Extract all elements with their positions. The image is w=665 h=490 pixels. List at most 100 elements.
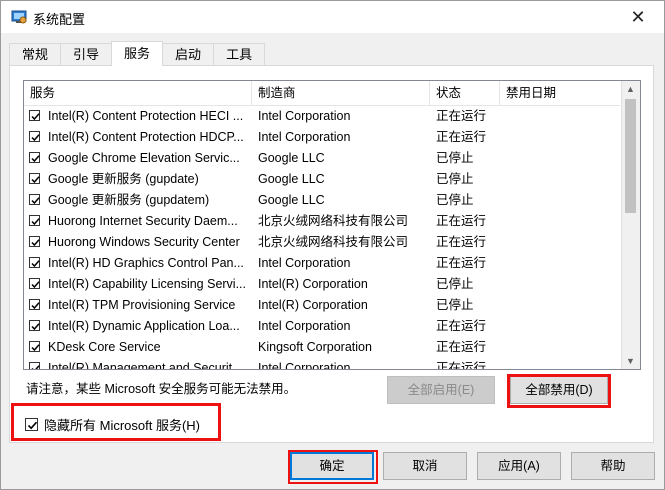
table-row[interactable]: Intel(R) Content Protection HECI ... Inte… (24, 106, 620, 127)
service-name: Intel(R) Content Protection HDCP... (48, 130, 244, 144)
hide-ms-services-checkbox[interactable]: 隐藏所有 Microsoft 服务(H) (25, 415, 200, 433)
row-checkbox[interactable] (29, 299, 40, 310)
tab-bar: 常规 引导 服务 启动 工具 (9, 41, 266, 66)
service-disable-date (506, 358, 616, 369)
tab-general[interactable]: 常规 (9, 43, 62, 65)
column-header-disable-date[interactable]: 禁用日期 (500, 81, 620, 105)
checkbox-checked-icon (31, 323, 40, 331)
service-name: Intel(R) Management and Securit... (48, 361, 243, 370)
service-status: 已停止 (436, 298, 474, 312)
checkbox-checked-icon (31, 113, 40, 121)
service-disable-date (506, 148, 616, 169)
service-disable-date (506, 316, 616, 337)
row-checkbox[interactable] (29, 110, 40, 121)
enable-all-button[interactable]: 全部启用(E) (387, 376, 495, 404)
scroll-down-icon[interactable]: ▼ (622, 353, 639, 369)
row-checkbox[interactable] (29, 173, 40, 184)
table-row[interactable]: Intel(R) HD Graphics Control Pan... Intel… (24, 253, 620, 274)
ok-button[interactable]: 确定 (290, 452, 374, 480)
column-header-service[interactable]: 服务 (24, 81, 252, 105)
row-checkbox[interactable] (29, 320, 40, 331)
tab-tools[interactable]: 工具 (213, 43, 266, 65)
service-vendor: Google LLC (258, 151, 325, 165)
table-row[interactable]: Google 更新服务 (gupdate) Google LLC 已停止 (24, 169, 620, 190)
scroll-up-icon[interactable]: ▲ (622, 81, 639, 97)
checkbox-checked-icon (31, 197, 40, 205)
checkbox-checked-icon (31, 302, 40, 310)
service-disable-date (506, 337, 616, 358)
table-row[interactable]: Intel(R) Management and Securit... Intel … (24, 358, 620, 370)
table-row[interactable]: Huorong Internet Security Daem... 北京火绒网络科… (24, 211, 620, 232)
service-vendor: Intel Corporation (258, 256, 351, 270)
row-checkbox[interactable] (29, 278, 40, 289)
table-row[interactable]: Intel(R) Capability Licensing Servi... In… (24, 274, 620, 295)
table-row[interactable]: Intel(R) Dynamic Application Loa... Intel… (24, 316, 620, 337)
service-name: Google 更新服务 (gupdatem) (48, 193, 210, 207)
service-status: 已停止 (436, 172, 474, 186)
row-checkbox[interactable] (29, 194, 40, 205)
services-panel: 服务 制造商 状态 禁用日期 Intel(R) Content Protecti… (9, 65, 654, 443)
service-disable-date (506, 169, 616, 190)
service-name: Intel(R) Dynamic Application Loa... (48, 319, 240, 333)
list-header: 服务 制造商 状态 禁用日期 (24, 81, 620, 106)
apply-button[interactable]: 应用(A) (477, 452, 561, 480)
row-checkbox[interactable] (29, 236, 40, 247)
table-row[interactable]: KDesk Core Service Kingsoft Corporation 正在… (24, 337, 620, 358)
table-row[interactable]: Google 更新服务 (gupdatem) Google LLC 已停止 (24, 190, 620, 211)
close-button[interactable]: ✕ (618, 3, 658, 31)
checkbox-checked-icon (31, 365, 40, 369)
service-vendor: Intel(R) Corporation (258, 298, 368, 312)
close-icon: ✕ (630, 6, 646, 27)
service-status: 正在运行 (436, 256, 487, 270)
scroll-thumb[interactable] (625, 99, 636, 213)
table-row[interactable]: Google Chrome Elevation Servic... Google … (24, 148, 620, 169)
disable-all-button[interactable]: 全部禁用(D) (510, 376, 608, 404)
row-checkbox[interactable] (29, 152, 40, 163)
service-vendor: 北京火绒网络科技有限公司 (258, 214, 409, 228)
list-rows: Intel(R) Content Protection HECI ... Inte… (24, 106, 620, 370)
help-button[interactable]: 帮助 (571, 452, 655, 480)
service-name: Huorong Windows Security Center (48, 235, 240, 249)
service-name: Intel(R) Content Protection HECI ... (48, 109, 244, 123)
row-checkbox[interactable] (29, 215, 40, 226)
row-checkbox[interactable] (29, 131, 40, 142)
checkbox-checked-icon (31, 176, 40, 184)
service-status: 正在运行 (436, 130, 487, 144)
column-header-vendor[interactable]: 制造商 (252, 81, 430, 105)
services-list: 服务 制造商 状态 禁用日期 Intel(R) Content Protecti… (23, 80, 641, 370)
service-disable-date (506, 274, 616, 295)
service-status: 正在运行 (436, 340, 487, 354)
cancel-button[interactable]: 取消 (383, 452, 467, 480)
row-checkbox[interactable] (29, 341, 40, 352)
tab-boot[interactable]: 引导 (60, 43, 113, 65)
window-title: 系统配置 (33, 12, 86, 27)
table-row[interactable]: Huorong Windows Security Center 北京火绒网络科技有… (24, 232, 620, 253)
row-checkbox[interactable] (29, 257, 40, 268)
service-disable-date (506, 127, 616, 148)
service-name: Intel(R) TPM Provisioning Service (48, 298, 236, 312)
service-vendor: 北京火绒网络科技有限公司 (258, 235, 409, 249)
security-notice: 请注意，某些 Microsoft 安全服务可能无法禁用。 (26, 382, 297, 396)
checkbox-checked-icon (31, 134, 40, 142)
vertical-scrollbar[interactable]: ▲ ▼ (621, 81, 640, 369)
row-checkbox[interactable] (29, 362, 40, 369)
service-name: Intel(R) HD Graphics Control Pan... (48, 256, 244, 270)
title-bar: 系统配置 ✕ (1, 1, 664, 33)
service-status: 已停止 (436, 193, 474, 207)
service-name: Huorong Internet Security Daem... (48, 214, 238, 228)
service-disable-date (506, 253, 616, 274)
service-vendor: Intel Corporation (258, 361, 351, 370)
checkbox-checked-icon (31, 281, 40, 289)
service-status: 正在运行 (436, 235, 487, 249)
system-config-window: 系统配置 ✕ 常规 引导 服务 启动 工具 服务 制造商 状态 禁用日期 Int… (0, 0, 665, 490)
service-vendor: Google LLC (258, 193, 325, 207)
service-name: KDesk Core Service (48, 340, 161, 354)
column-header-status[interactable]: 状态 (430, 81, 500, 105)
tab-services[interactable]: 服务 (111, 41, 164, 66)
tab-startup[interactable]: 启动 (162, 43, 215, 65)
table-row[interactable]: Intel(R) TPM Provisioning Service Intel(R… (24, 295, 620, 316)
checkbox-checked-icon (31, 344, 40, 352)
table-row[interactable]: Intel(R) Content Protection HDCP... Intel… (24, 127, 620, 148)
service-vendor: Google LLC (258, 172, 325, 186)
service-vendor: Intel Corporation (258, 319, 351, 333)
